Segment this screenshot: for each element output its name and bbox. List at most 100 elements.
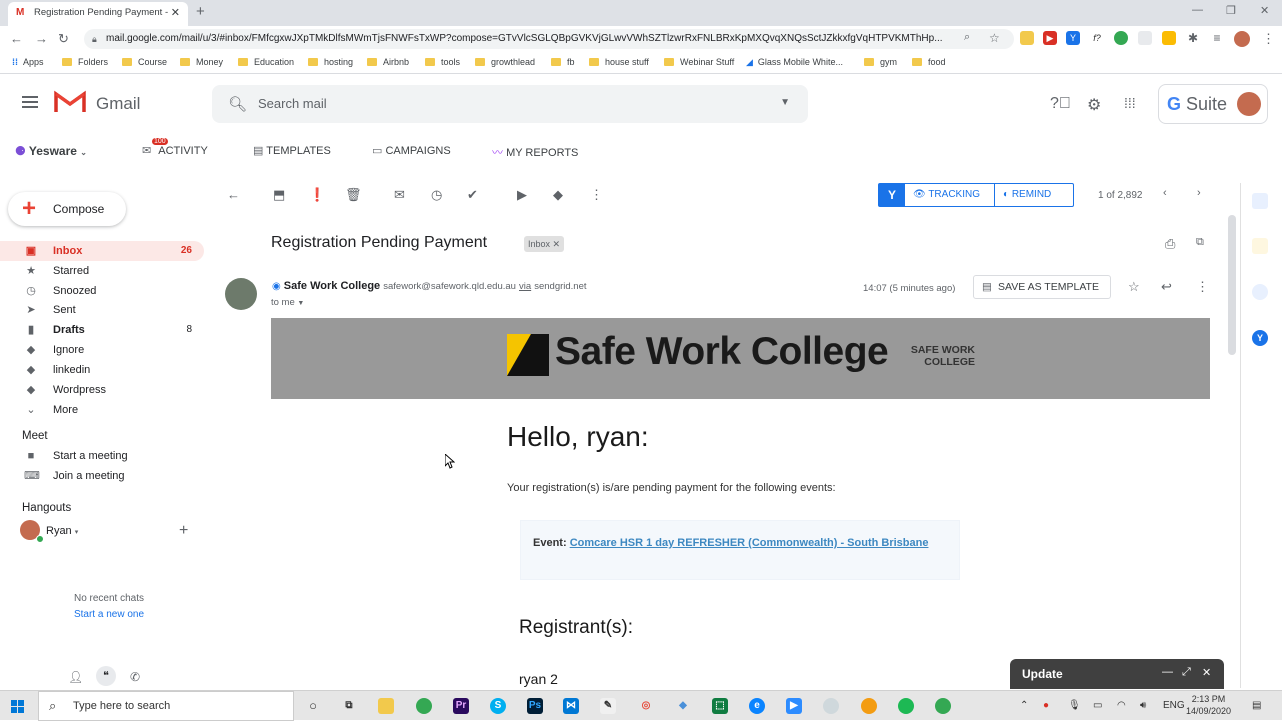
label-icon[interactable]: ◆ <box>553 187 563 203</box>
hangouts-user-name[interactable]: Ryan ▾ <box>46 525 78 537</box>
chrome-profile-icon[interactable] <box>935 698 951 714</box>
minimize-window-icon[interactable]: — <box>1192 4 1203 16</box>
profile-avatar-icon[interactable] <box>1234 31 1250 47</box>
sidebar-item-snoozed[interactable]: ◷ Snoozed <box>0 281 204 301</box>
sidebar-item-drafts[interactable]: ▮ Drafts 8 <box>0 320 204 340</box>
calendar-icon[interactable] <box>1252 193 1268 209</box>
yesware-activity-button[interactable]: ✉ 100 ACTIVITY <box>142 138 208 157</box>
inbox-label-chip[interactable]: Inbox ✕ <box>524 236 565 252</box>
keep-icon[interactable] <box>1252 238 1268 254</box>
minimize-icon[interactable]: — <box>1162 666 1173 678</box>
bookmark-course[interactable]: Course <box>122 57 167 67</box>
extension-youtube-icon[interactable]: ▶ <box>1043 31 1057 45</box>
open-in-new-window-icon[interactable]: ⧉ <box>1196 236 1204 249</box>
cortana-icon[interactable]: ○ <box>305 698 321 714</box>
start-meeting-link[interactable]: ■ Start a meeting <box>0 446 204 466</box>
sidebar-item-more[interactable]: ⌄ More <box>0 400 204 420</box>
browser-tab[interactable]: M Registration Pending Payment - ✕ <box>8 2 188 26</box>
hangouts-chat-icon[interactable]: ❝ <box>96 666 116 686</box>
close-icon[interactable]: ✕ <box>1202 666 1211 679</box>
extension-color-icon[interactable] <box>1114 31 1128 45</box>
bookmark-glass-mobile[interactable]: ◢ Glass Mobile White... <box>746 57 843 68</box>
report-spam-icon[interactable]: ❗ <box>309 187 325 203</box>
reload-icon[interactable]: ↻ <box>58 31 69 47</box>
sidebar-item-ignore[interactable]: ◆ Ignore <box>0 340 204 360</box>
gmail-logo-icon[interactable] <box>54 90 86 114</box>
zoom-icon[interactable]: ⌕ <box>964 31 970 44</box>
maximize-window-icon[interactable]: ❐ <box>1226 4 1236 17</box>
remove-label-icon[interactable]: ✕ <box>553 239 561 249</box>
search-options-icon[interactable]: ▼ <box>780 97 790 108</box>
notepad-icon[interactable]: ✎ <box>600 698 616 714</box>
vscode-icon[interactable]: ⋈ <box>563 698 579 714</box>
join-meeting-link[interactable]: ⌨ Join a meeting <box>0 466 204 486</box>
photoshop-icon[interactable]: Ps <box>527 698 543 714</box>
gsuite-account-button[interactable]: G Suite <box>1158 84 1268 124</box>
bookmark-webinar-stuff[interactable]: Webinar Stuff <box>664 57 734 67</box>
extension-formula-icon[interactable]: f? <box>1090 31 1104 45</box>
recipients-toggle[interactable]: to me ▼ <box>271 297 304 308</box>
remind-button[interactable]: ◐ REMIND <box>1003 189 1051 200</box>
notifications-icon[interactable]: ▤ <box>1252 700 1261 711</box>
app-orange-icon[interactable] <box>861 698 877 714</box>
taskbar-search-box[interactable]: ⌕ Type here to search <box>38 691 294 721</box>
expand-icon[interactable]: ⤢ <box>1182 666 1191 679</box>
language-indicator[interactable]: ENG <box>1163 700 1185 711</box>
tasks-icon[interactable] <box>1252 284 1268 300</box>
yesware-sidebar-icon[interactable]: Y <box>1252 330 1268 346</box>
wifi-icon[interactable]: ◠ <box>1117 700 1126 711</box>
yesware-reports-button[interactable]: 〰 MY REPORTS <box>492 144 578 160</box>
sidebar-item-sent[interactable]: ➤ Sent <box>0 300 204 320</box>
microphone-icon[interactable]: 🎙︎ <box>1068 700 1081 711</box>
bookmark-tools[interactable]: tools <box>425 57 460 67</box>
volume-icon[interactable]: 🔊︎ <box>1140 700 1146 711</box>
search-input[interactable]: Search mail <box>258 96 327 111</box>
premiere-pro-icon[interactable]: Pr <box>453 698 469 714</box>
spotify-icon[interactable] <box>898 698 914 714</box>
mark-unread-icon[interactable]: ✉ <box>394 187 405 203</box>
print-icon[interactable]: ⎙ <box>1165 236 1175 252</box>
yesware-campaigns-button[interactable]: ▭ CAMPAIGNS <box>372 144 451 157</box>
extensions-puzzle-icon[interactable]: ✱ <box>1186 31 1200 45</box>
reading-list-icon[interactable]: ≡ <box>1210 31 1224 45</box>
bookmark-education[interactable]: Education <box>238 57 294 67</box>
forward-icon[interactable]: → <box>35 31 48 46</box>
edge-icon[interactable]: e <box>749 698 765 714</box>
sidebar-item-starred[interactable]: ★ Starred <box>0 261 204 281</box>
search-icon[interactable]: 🔍︎ <box>228 95 247 113</box>
bookmark-apps[interactable]: ⁞⁞ Apps <box>12 57 44 67</box>
back-to-inbox-icon[interactable]: ← <box>227 187 240 202</box>
bookmark-fb[interactable]: fb <box>551 57 575 67</box>
settings-gear-icon[interactable]: ⚙ <box>1087 95 1101 115</box>
sidebar-item-linkedin[interactable]: ◆ linkedin <box>0 360 204 380</box>
bookmark-house-stuff[interactable]: house stuff <box>589 57 649 67</box>
close-window-icon[interactable]: ✕ <box>1260 4 1269 17</box>
skype-icon[interactable]: S <box>490 698 506 714</box>
windows-start-icon[interactable] <box>11 700 25 714</box>
help-icon[interactable]: ?⃝ <box>1050 95 1071 113</box>
tray-app-icon[interactable]: ● <box>1043 700 1049 711</box>
extension-yesware-icon[interactable]: Y <box>1066 31 1080 45</box>
browser-menu-icon[interactable]: ⋮ <box>1262 31 1275 47</box>
zoom-app-icon[interactable]: ▶ <box>786 698 802 714</box>
app-spiral-icon[interactable]: ◎ <box>638 698 654 714</box>
app-droplet-icon[interactable]: ◆ <box>675 698 691 714</box>
reply-icon[interactable]: ↩ <box>1161 279 1172 295</box>
bookmark-gym[interactable]: gym <box>864 57 897 67</box>
google-apps-icon[interactable]: ⁞⁞⁞ <box>1124 95 1136 111</box>
extension-folder-icon[interactable] <box>1020 31 1034 45</box>
close-tab-icon[interactable]: ✕ <box>171 2 180 24</box>
star-message-icon[interactable]: ☆ <box>1128 279 1140 295</box>
delete-icon[interactable]: 🗑︎ <box>345 187 362 203</box>
update-chat-window[interactable]: Update — ⤢ ✕ <box>1010 659 1224 689</box>
taskbar-clock[interactable]: 2:13 PM 14/09/2020 <box>1186 693 1231 717</box>
add-task-icon[interactable]: ✔ <box>467 187 478 203</box>
task-view-icon[interactable]: ⧉ <box>341 698 357 714</box>
bookmark-folders[interactable]: Folders <box>62 57 108 67</box>
yesware-brand[interactable]: ⚈ Yesware ⌄ <box>15 144 87 158</box>
sidebar-item-wordpress[interactable]: ◆ Wordpress <box>0 380 204 400</box>
bookmark-money[interactable]: Money <box>180 57 223 67</box>
sender-avatar[interactable] <box>225 278 257 310</box>
search-bar[interactable]: 🔍︎ Search mail ▼ <box>212 85 808 123</box>
scrollbar[interactable] <box>1228 215 1236 355</box>
